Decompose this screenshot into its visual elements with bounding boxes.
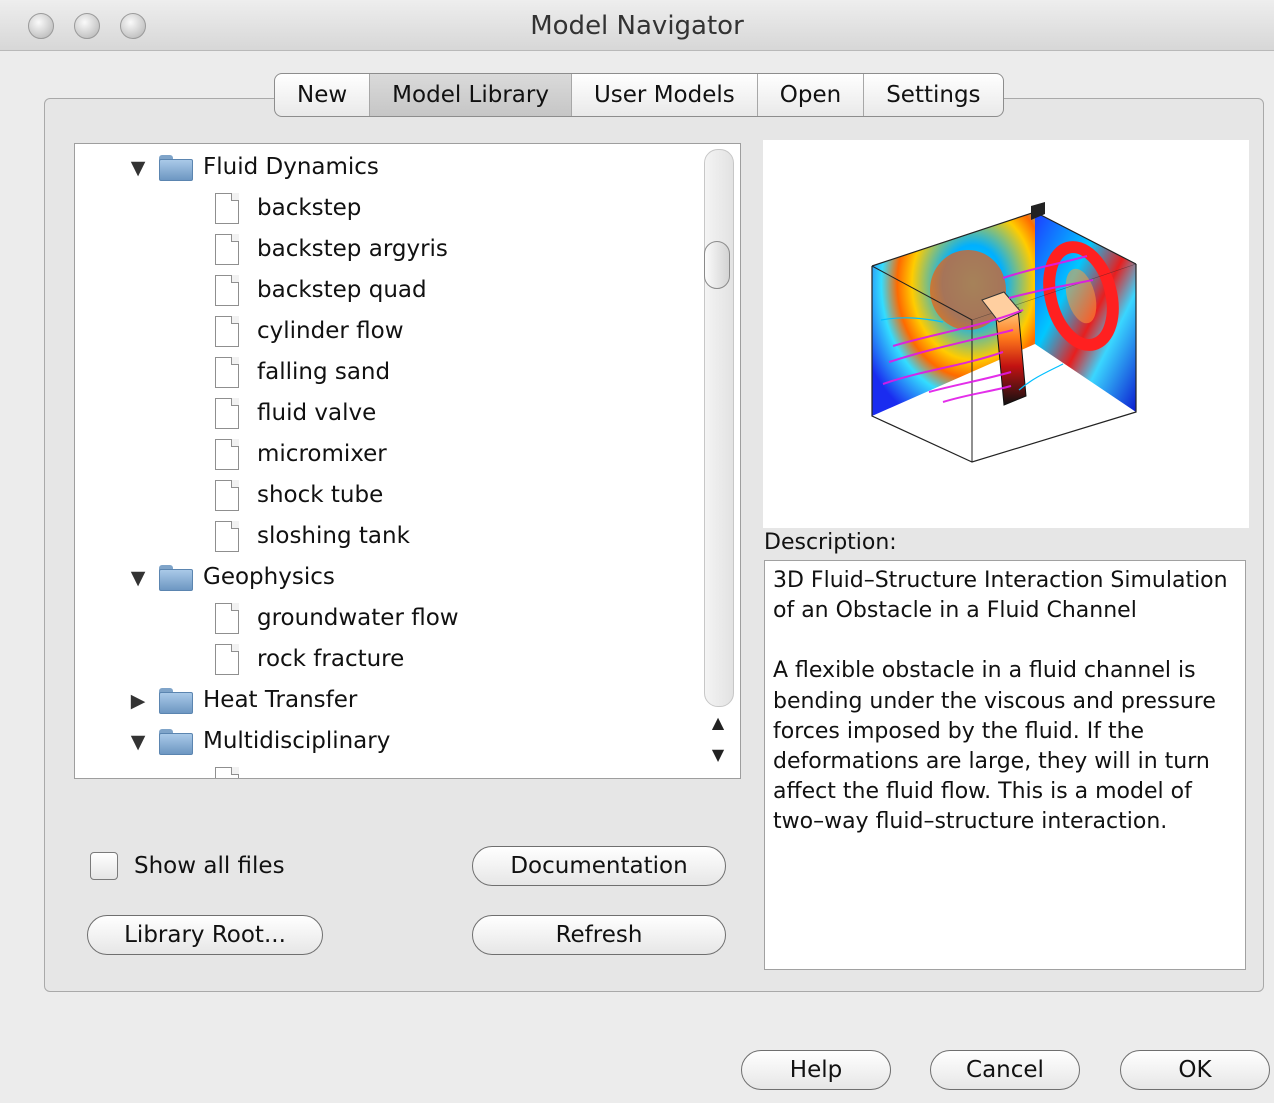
tree-folder-row[interactable]: ▼ Multidisciplinary xyxy=(129,721,390,762)
tree-file-row[interactable]: rock fracture xyxy=(215,639,404,680)
tree-item-label: micromixer xyxy=(257,441,387,467)
tree-item-label: groundwater flow xyxy=(257,605,459,631)
tree-file-row[interactable]: backstep argyris xyxy=(215,229,448,270)
show-all-files-label: Show all files xyxy=(134,853,285,879)
tree-item-label: falling sand xyxy=(257,359,391,385)
triangle-down-icon[interactable]: ▼ xyxy=(129,568,147,587)
tree-item-label: backstep xyxy=(257,195,362,221)
scroll-up-arrow-icon[interactable]: ▲ xyxy=(702,707,734,739)
library-root-button[interactable]: Library Root... xyxy=(87,915,323,955)
document-icon xyxy=(215,767,239,778)
window-title: Model Navigator xyxy=(530,11,744,41)
title-bar: Model Navigator xyxy=(0,0,1274,51)
tree-file-row[interactable]: cylinder flow xyxy=(215,311,404,352)
document-icon xyxy=(215,439,239,470)
tree-file-row[interactable]: fluid valve xyxy=(215,393,376,434)
document-icon xyxy=(215,316,239,347)
tree-item-label: rock fracture xyxy=(257,646,405,672)
folder-icon xyxy=(159,728,193,755)
folder-icon xyxy=(159,564,193,591)
tree-file-row[interactable]: falling sand xyxy=(215,352,390,393)
document-icon xyxy=(215,644,239,675)
ok-button[interactable]: OK xyxy=(1120,1050,1270,1090)
triangle-down-icon[interactable]: ▼ xyxy=(129,732,147,751)
document-icon xyxy=(215,357,239,388)
triangle-right-icon[interactable]: ▶ xyxy=(129,691,147,710)
tree-item-label: Multidisciplinary xyxy=(203,728,391,754)
model-preview-image xyxy=(763,140,1249,528)
tree-folder-row[interactable]: ▶ Heat Transfer xyxy=(129,680,357,721)
tree-file-row[interactable] xyxy=(215,762,257,778)
tree-file-row[interactable]: groundwater flow xyxy=(215,598,459,639)
show-all-files-option[interactable]: Show all files xyxy=(90,852,285,880)
tree-file-row[interactable]: shock tube xyxy=(215,475,383,516)
tree-folder-row[interactable]: ▼ Fluid Dynamics xyxy=(129,147,379,188)
scrollbar-thumb[interactable] xyxy=(704,241,730,289)
description-box[interactable]: 3D Fluid–Structure Interaction Simulatio… xyxy=(764,560,1246,970)
description-title: 3D Fluid–Structure Interaction Simulatio… xyxy=(773,568,1228,624)
document-icon xyxy=(215,480,239,511)
tree-item-label: Fluid Dynamics xyxy=(203,154,379,180)
document-icon xyxy=(215,234,239,265)
tab-new[interactable]: New xyxy=(275,74,371,116)
model-tree[interactable]: ▼ Fluid Dynamics backstep backstep argyris b… xyxy=(74,143,741,779)
tree-item-label: backstep argyris xyxy=(257,236,448,262)
description-body: A flexible obstacle in a fluid channel i… xyxy=(773,658,1216,835)
help-button[interactable]: Help xyxy=(741,1050,891,1090)
tree-folder-row[interactable]: ▼ Geophysics xyxy=(129,557,335,598)
tree-item-label: sloshing tank xyxy=(257,523,410,549)
tree-item-label: Geophysics xyxy=(203,564,335,590)
tab-bar: New Model Library User Models Open Setti… xyxy=(274,73,1004,117)
tree-file-row[interactable]: sloshing tank xyxy=(215,516,410,557)
tree-item-label: shock tube xyxy=(257,482,384,508)
tree-item-label: fluid valve xyxy=(257,400,377,426)
triangle-down-icon[interactable]: ▼ xyxy=(129,158,147,177)
scrollbar-track[interactable] xyxy=(704,149,734,707)
tree-file-row[interactable]: backstep quad xyxy=(215,270,427,311)
document-icon xyxy=(215,603,239,634)
documentation-button[interactable]: Documentation xyxy=(472,846,726,886)
tree-item-label: cylinder flow xyxy=(257,318,404,344)
tab-settings[interactable]: Settings xyxy=(864,74,1002,116)
tab-open[interactable]: Open xyxy=(758,74,865,116)
scroll-down-arrow-icon[interactable]: ▼ xyxy=(702,739,734,771)
tree-file-row[interactable]: micromixer xyxy=(215,434,387,475)
show-all-files-checkbox[interactable] xyxy=(90,852,118,880)
tree-item-label: Heat Transfer xyxy=(203,687,358,713)
tree-scrollbar[interactable]: ▲ ▼ xyxy=(702,149,734,773)
document-icon xyxy=(215,398,239,429)
document-icon xyxy=(215,193,239,224)
folder-icon xyxy=(159,154,193,181)
tree-item-label: backstep quad xyxy=(257,277,427,303)
document-icon xyxy=(215,521,239,552)
tab-user-models[interactable]: User Models xyxy=(572,74,758,116)
tree-file-row[interactable]: backstep xyxy=(215,188,361,229)
description-label: Description: xyxy=(764,530,897,555)
refresh-button[interactable]: Refresh xyxy=(472,915,726,955)
document-icon xyxy=(215,275,239,306)
cancel-button[interactable]: Cancel xyxy=(930,1050,1080,1090)
tab-model-library[interactable]: Model Library xyxy=(370,74,572,116)
fsi-simulation-render xyxy=(871,202,1137,463)
folder-icon xyxy=(159,687,193,714)
